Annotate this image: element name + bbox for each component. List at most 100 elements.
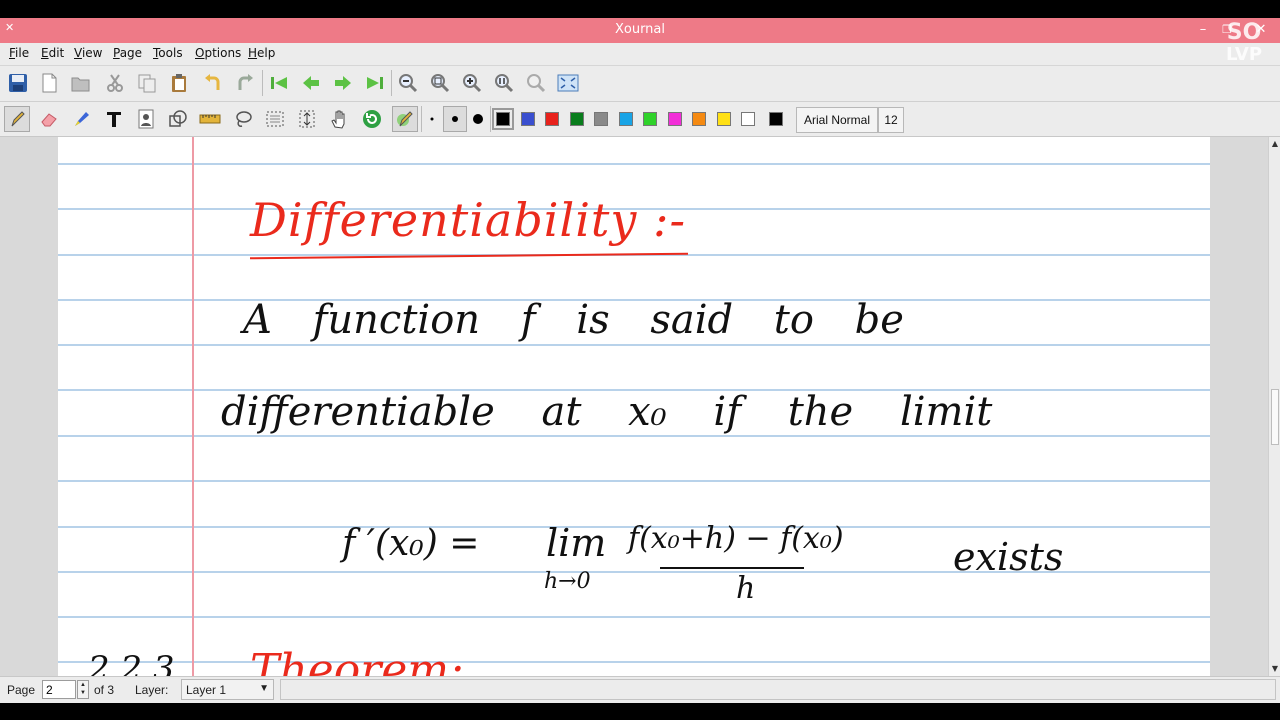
vertical-space-icon[interactable] xyxy=(295,107,319,131)
menu-tools[interactable]: Tools xyxy=(153,46,183,60)
image-icon[interactable] xyxy=(134,107,158,131)
color-swatch[interactable] xyxy=(769,112,783,126)
prev-page-icon[interactable] xyxy=(299,71,323,95)
color-swatch[interactable] xyxy=(741,112,755,126)
zoom-out-icon[interactable] xyxy=(396,71,420,95)
new-icon[interactable] xyxy=(37,71,61,95)
page-label: Page xyxy=(7,683,36,697)
vertical-scrollbar[interactable]: ▲ ▼ xyxy=(1268,137,1280,676)
status-bar: Page ▲▼ of 3 Layer: Layer 1 ▼ xyxy=(0,676,1280,703)
text-icon[interactable] xyxy=(102,107,126,131)
color-swatch[interactable] xyxy=(520,112,535,126)
cut-icon[interactable] xyxy=(103,71,127,95)
zoom-100-icon[interactable] xyxy=(492,71,516,95)
color-swatch[interactable] xyxy=(569,112,584,126)
color-swatch[interactable] xyxy=(545,112,559,126)
margin-line xyxy=(192,137,194,676)
ruled-line xyxy=(58,616,1210,618)
watermark-line-1: SO xyxy=(1226,20,1262,45)
canvas-area[interactable]: Differentiability :- A function f is sai… xyxy=(0,137,1268,676)
note-line-1: A function f is said to be xyxy=(243,297,904,343)
color-swatch[interactable] xyxy=(643,112,657,126)
heading-differentiability: Differentiability :- xyxy=(250,193,687,247)
formula-exists: exists xyxy=(953,535,1064,579)
formula-numerator: f(x₀+h) − f(x₀) xyxy=(628,521,844,556)
redo-icon[interactable] xyxy=(233,71,257,95)
formula-denominator: h xyxy=(736,571,756,606)
page-number-input[interactable] xyxy=(42,680,76,699)
ruled-line xyxy=(58,344,1210,346)
open-icon[interactable] xyxy=(69,71,93,95)
menu-options[interactable]: Options xyxy=(195,46,241,60)
highlighter-icon[interactable] xyxy=(70,107,94,131)
watermark-logo: SO LVP xyxy=(1218,22,1270,68)
scroll-up-icon[interactable]: ▲ xyxy=(1270,139,1280,149)
thickness-thick-icon[interactable] xyxy=(466,107,490,131)
color-swatch[interactable] xyxy=(492,108,514,130)
menu-page[interactable]: Page xyxy=(113,46,142,60)
zoom-width-icon[interactable] xyxy=(524,71,548,95)
pen-icon[interactable] xyxy=(4,106,30,132)
scroll-thumb[interactable] xyxy=(1271,389,1279,445)
rect-select-icon[interactable] xyxy=(263,107,287,131)
tools-toolbar: Arial Normal 12 xyxy=(0,102,1280,137)
title-bar: ✕ Xournal – ❐ ✕ xyxy=(0,18,1280,43)
page-spinner[interactable]: ▲ ▼ xyxy=(77,680,89,699)
ruled-line xyxy=(58,661,1210,663)
next-page-icon[interactable] xyxy=(331,71,355,95)
toolbar-separator xyxy=(262,70,263,96)
shape-recognizer-icon[interactable] xyxy=(166,107,190,131)
thickness-medium-icon[interactable] xyxy=(443,106,467,132)
menu-file[interactable]: File xyxy=(9,46,29,60)
eraser-icon[interactable] xyxy=(37,107,61,131)
color-swatch[interactable] xyxy=(692,112,706,126)
hand-icon[interactable] xyxy=(327,107,351,131)
page-count: of 3 xyxy=(94,683,115,697)
color-swatch[interactable] xyxy=(618,112,633,126)
color-swatch[interactable] xyxy=(594,112,608,126)
note-line-2: differentiable at x₀ if the limit xyxy=(221,389,993,435)
undo-icon[interactable] xyxy=(201,71,225,95)
note-page[interactable]: Differentiability :- A function f is sai… xyxy=(58,137,1210,676)
toolbar-separator xyxy=(490,106,491,132)
zoom-fit-icon[interactable] xyxy=(428,71,452,95)
menu-help[interactable]: Help xyxy=(248,46,275,60)
margin-number: 2.2.3 xyxy=(88,649,175,676)
menu-view[interactable]: View xyxy=(74,46,102,60)
copy-icon[interactable] xyxy=(135,71,159,95)
toolbar-separator xyxy=(391,70,392,96)
save-icon[interactable] xyxy=(6,71,30,95)
font-button[interactable]: Arial Normal xyxy=(796,107,878,133)
ruled-line xyxy=(58,163,1210,165)
chevron-down-icon: ▼ xyxy=(259,683,269,694)
formula-lim: lim xyxy=(546,521,607,565)
zoom-in-icon[interactable] xyxy=(460,71,484,95)
ruled-line xyxy=(58,435,1210,437)
first-page-icon[interactable] xyxy=(267,71,291,95)
layer-value: Layer 1 xyxy=(186,683,227,697)
watermark-line-2: LVP xyxy=(1225,44,1263,65)
layer-label: Layer: xyxy=(135,683,169,697)
xournal-window: ✕ Xournal – ❐ ✕ File Edit View Page Tool… xyxy=(0,18,1280,703)
formula-lhs: f ′(x₀) = xyxy=(342,523,480,564)
default-pen-icon[interactable] xyxy=(392,106,418,132)
ruler-icon[interactable] xyxy=(198,107,222,131)
font-size-button[interactable]: 12 xyxy=(878,107,904,133)
status-message-area xyxy=(280,679,1276,700)
thickness-fine-icon[interactable] xyxy=(420,107,444,131)
color-swatch[interactable] xyxy=(667,112,682,126)
default-tool-icon[interactable] xyxy=(360,107,384,131)
minimize-button[interactable]: – xyxy=(1192,20,1214,40)
main-toolbar xyxy=(0,66,1280,102)
fullscreen-icon[interactable] xyxy=(556,71,580,95)
ruled-line xyxy=(58,480,1210,482)
formula-limit-subscript: h→0 xyxy=(544,569,591,594)
layer-select[interactable]: Layer 1 ▼ xyxy=(181,679,274,700)
scroll-down-icon[interactable]: ▼ xyxy=(1270,664,1280,674)
menu-edit[interactable]: Edit xyxy=(41,46,64,60)
last-page-icon[interactable] xyxy=(363,71,387,95)
color-swatch[interactable] xyxy=(716,112,731,126)
menu-bar: File Edit View Page Tools Options Help xyxy=(0,43,1280,66)
paste-icon[interactable] xyxy=(167,71,191,95)
lasso-select-icon[interactable] xyxy=(231,107,255,131)
